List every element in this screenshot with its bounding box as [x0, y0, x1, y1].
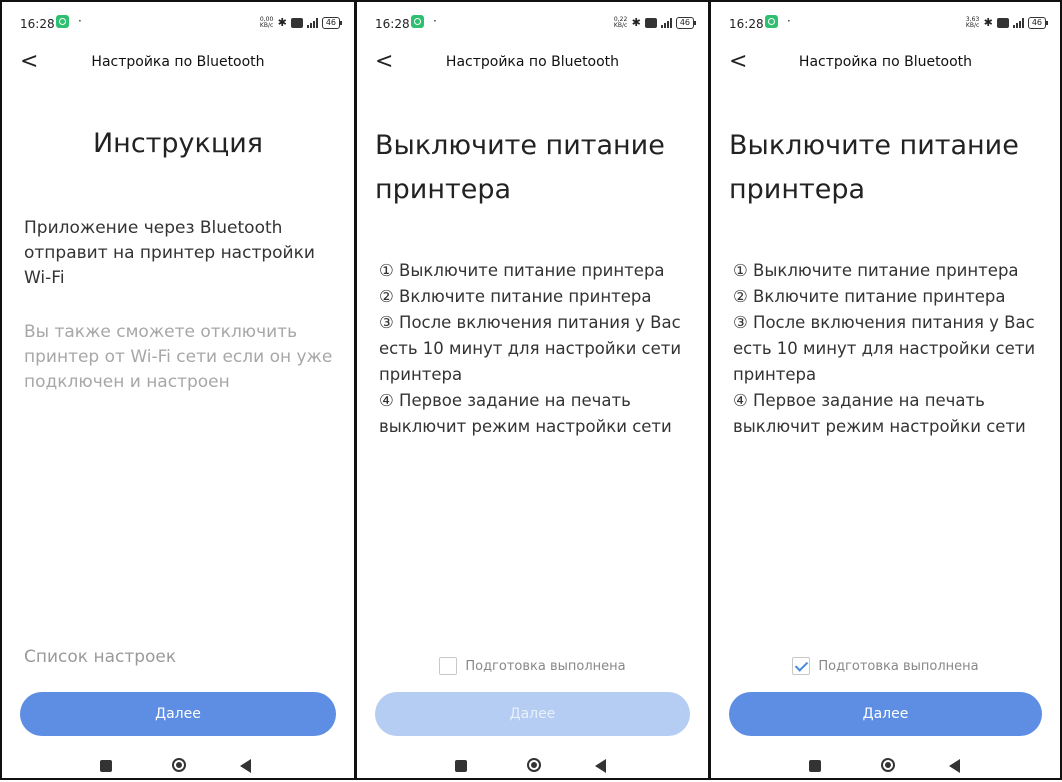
step-item: ① Выключите питание принтера — [733, 261, 1019, 280]
battery-icon: 46 — [675, 16, 697, 29]
step-item: ④ Первое задание на печать выключит режи… — [379, 391, 672, 436]
status-time: 16:28 — [729, 17, 764, 31]
home-icon[interactable] — [172, 758, 186, 772]
page-title: Выключите питание принтера — [375, 130, 665, 205]
signal-icon — [306, 17, 318, 28]
description-text: Приложение через Bluetooth отправит на п… — [24, 218, 315, 288]
battery-icon: 46 — [321, 16, 343, 29]
recent-apps-icon[interactable] — [809, 760, 821, 772]
checkbox-label: Подготовка выполнена — [818, 658, 979, 674]
preparation-checkbox[interactable] — [439, 657, 458, 675]
nav-title: Настройка по Bluetooth — [91, 54, 265, 70]
system-nav-bar — [2, 756, 354, 776]
home-icon[interactable] — [527, 758, 541, 772]
recent-apps-icon[interactable] — [100, 760, 112, 772]
system-nav-bar — [711, 756, 1060, 776]
system-nav-bar — [357, 756, 708, 776]
bluetooth-icon: ✱ — [277, 16, 287, 29]
notification-icon — [765, 15, 778, 28]
bluetooth-icon: ✱ — [631, 16, 641, 29]
nav-title: Настройка по Bluetooth — [445, 54, 620, 70]
status-bar: 16:28 · 0,22 KB/c ✱ 46 — [375, 14, 697, 34]
checkbox-label: Подготовка выполнена — [465, 658, 626, 674]
step-item: ② Включите питание принтера — [733, 287, 1006, 306]
system-back-icon[interactable] — [240, 759, 251, 773]
settings-list-link[interactable]: Список настроек — [24, 647, 176, 667]
step-item: ④ Первое задание на печать выключит режи… — [733, 391, 1026, 436]
notification-icon — [411, 15, 424, 28]
nav-bar: < Настройка по Bluetooth — [357, 50, 708, 78]
net-speed: 3,63 KB/c — [965, 15, 980, 29]
bluetooth-icon: ✱ — [983, 16, 993, 29]
home-icon[interactable] — [881, 758, 895, 772]
status-dot: · — [78, 14, 82, 28]
status-dot: · — [787, 14, 791, 28]
nav-title: Настройка по Bluetooth — [798, 54, 973, 70]
net-speed: 0,22 KB/c — [613, 15, 628, 29]
page-title: Выключите питание принтера — [729, 130, 1019, 205]
step-item: ③ После включения питания у Вас есть 10 … — [733, 313, 1036, 384]
step-item: ③ После включения питания у Вас есть 10 … — [379, 313, 682, 384]
signal-icon — [1012, 17, 1024, 28]
steps-list: ① Выключите питание принтера ② Включите … — [379, 258, 698, 440]
status-time: 16:28 — [20, 17, 55, 31]
next-button[interactable]: Далее — [729, 692, 1042, 736]
step-item: ① Выключите питание принтера — [379, 261, 665, 280]
recent-apps-icon[interactable] — [455, 760, 467, 772]
net-speed: 0,00 KB/c — [259, 15, 274, 29]
page-title: Инструкция — [92, 128, 263, 159]
secondary-text: Вы также сможете отключить принтер от Wi… — [24, 322, 333, 392]
status-bar: 16:28 · 3,63 KB/c ✱ 46 — [729, 14, 1049, 34]
next-button[interactable]: Далее — [20, 692, 336, 736]
system-back-icon[interactable] — [595, 759, 606, 773]
preparation-checkbox-row[interactable]: Подготовка выполнена — [711, 657, 1060, 675]
preparation-checkbox-row[interactable]: Подготовка выполнена — [357, 657, 708, 675]
system-back-icon[interactable] — [949, 759, 960, 773]
status-bar: 16:28 · 0,00 KB/c ✱ 46 — [20, 14, 343, 34]
phone-screen-power-off-checked: 16:28 · 3,63 KB/c ✱ 46 < Настройка по Blu… — [709, 0, 1062, 780]
nav-bar: < Настройка по Bluetooth — [2, 50, 354, 78]
signal-icon — [660, 17, 672, 28]
phone-screen-power-off: 16:28 · 0,22 KB/c ✱ 46 < Настройка по Blu… — [355, 0, 710, 780]
sim-icon — [290, 17, 303, 28]
status-dot: · — [433, 14, 437, 28]
phone-screen-instruction: 16:28 · 0,00 KB/c ✱ 46 < Настройка по Blu… — [0, 0, 356, 780]
notification-icon — [56, 15, 69, 28]
battery-icon: 46 — [1027, 16, 1049, 29]
next-button[interactable]: Далее — [375, 692, 690, 736]
status-time: 16:28 — [375, 17, 410, 31]
step-item: ② Включите питание принтера — [379, 287, 652, 306]
steps-list: ① Выключите питание принтера ② Включите … — [733, 258, 1050, 440]
nav-bar: < Настройка по Bluetooth — [711, 50, 1060, 78]
sim-icon — [644, 17, 657, 28]
preparation-checkbox[interactable] — [792, 657, 811, 675]
sim-icon — [996, 17, 1009, 28]
